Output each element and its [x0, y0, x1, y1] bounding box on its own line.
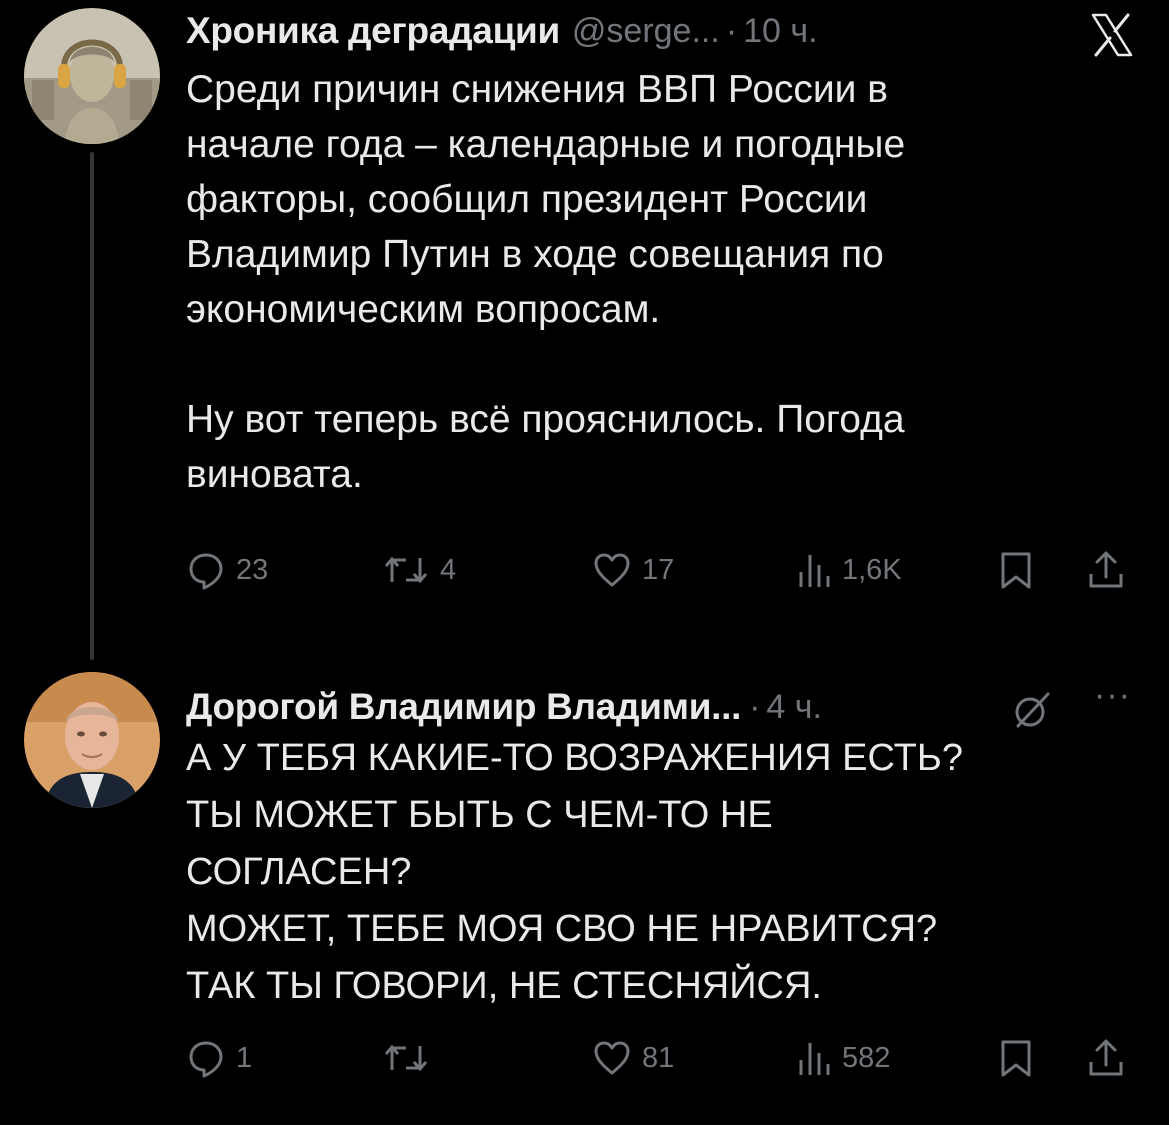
timestamp[interactable]: 4 ч.: [766, 688, 822, 727]
tweet-text: А У ТЕБЯ КАКИЕ-ТО ВОЗРАЖЕНИЯ ЕСТЬ? ТЫ МО…: [186, 737, 963, 1007]
reply-button[interactable]: 1: [186, 1030, 252, 1086]
views-icon: [799, 555, 830, 587]
reply-count: 23: [236, 553, 269, 586]
tweet-header: Хроника деградации @serge... · 10 ч.: [186, 6, 818, 56]
heart-icon: [594, 1041, 630, 1075]
bookmark-button[interactable]: [998, 1030, 1034, 1086]
share-button[interactable]: [1086, 1030, 1126, 1086]
reply-icon: [189, 553, 223, 590]
avatar[interactable]: [24, 8, 160, 144]
share-button[interactable]: [1086, 542, 1126, 598]
tweet-text: Среди причин снижения ВВП России в начал…: [186, 68, 906, 496]
separator-dot: ·: [725, 11, 738, 50]
repost-count: 4: [440, 553, 457, 586]
bookmark-button[interactable]: [998, 542, 1034, 598]
avatar[interactable]: [24, 672, 160, 808]
repost-button[interactable]: 4: [382, 542, 456, 598]
like-button[interactable]: 81: [592, 1030, 674, 1086]
bookmark-icon: [1001, 552, 1031, 589]
x-logo-icon[interactable]: [1087, 10, 1137, 60]
share-icon: [1089, 551, 1123, 588]
views-count: 1,6K: [842, 553, 902, 586]
author-name[interactable]: Хроника деградации: [186, 10, 560, 52]
like-count: 17: [642, 553, 675, 586]
tweet-2[interactable]: Дорогой Владимир Владими... · 4 ч. ··· А…: [0, 640, 1169, 1125]
bookmark-icon: [1001, 1040, 1031, 1077]
tweet-1[interactable]: Хроника деградации @serge... · 10 ч. Сре…: [0, 0, 1169, 660]
views-button[interactable]: 1,6K: [796, 542, 902, 598]
share-icon: [1089, 1039, 1123, 1076]
grok-icon[interactable]: [1012, 690, 1052, 730]
author-name[interactable]: Дорогой Владимир Владими...: [186, 686, 741, 728]
tweet-header: Дорогой Владимир Владими... · 4 ч.: [186, 682, 822, 732]
views-button[interactable]: 582: [796, 1030, 890, 1086]
like-button[interactable]: 17: [592, 542, 674, 598]
heart-icon: [594, 553, 630, 587]
separator-dot: ·: [749, 687, 761, 726]
reply-count: 1: [236, 1041, 253, 1074]
reply-button[interactable]: 23: [186, 542, 268, 598]
thread-line: [90, 152, 94, 660]
views-icon: [799, 1043, 830, 1075]
more-icon[interactable]: ···: [1094, 678, 1140, 720]
timestamp[interactable]: 10 ч.: [743, 12, 817, 51]
repost-icon: [384, 556, 428, 584]
repost-icon: [384, 1044, 428, 1072]
action-bar: 1 81 582: [186, 1030, 1136, 1086]
reply-icon: [189, 1041, 223, 1078]
views-count: 582: [842, 1041, 891, 1074]
action-bar: 23 4 17 1,6K: [186, 542, 1136, 598]
like-count: 81: [642, 1041, 675, 1074]
repost-button[interactable]: [382, 1030, 440, 1086]
author-handle[interactable]: @serge...: [572, 12, 720, 51]
